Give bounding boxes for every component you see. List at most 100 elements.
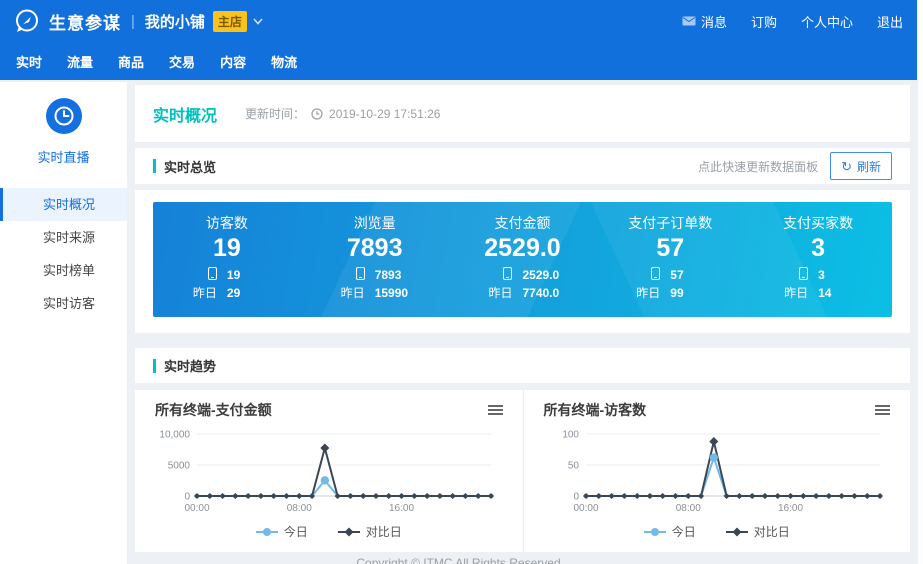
chart-menu-icon[interactable] <box>875 401 890 419</box>
chevron-down-icon[interactable] <box>253 18 263 25</box>
refresh-hint: 点此快速更新数据面板 <box>698 158 818 175</box>
chart-title-payment: 所有终端-支付金额 <box>155 400 272 420</box>
sidebar-item-overview[interactable]: 实时概况 <box>0 188 127 221</box>
header-top-row: 生意参谋 | 我的小铺 主店 消息 订购 个人中心 退出 <box>0 0 917 42</box>
chart-legend: 今日 对比日 <box>540 523 895 540</box>
stat-title: 浏览量 <box>301 213 449 233</box>
svg-text:08:00: 08:00 <box>287 503 312 514</box>
chart-title-visitors: 所有终端-访客数 <box>544 400 647 420</box>
mobile-phone-icon <box>183 267 217 285</box>
stat-title: 支付金额 <box>449 213 597 233</box>
overview-section-header: 实时总览 点此快速更新数据面板 ↻ 刷新 <box>135 148 910 184</box>
stat-value: 57 <box>596 234 744 263</box>
brand-logo-icon <box>14 8 40 34</box>
legend-item-today[interactable]: 今日 <box>256 523 308 540</box>
mail-icon <box>682 16 696 26</box>
header-right-menu: 消息 订购 个人中心 退出 <box>682 12 903 31</box>
compare-marker-icon <box>338 527 360 537</box>
stat-yesterday-value: 7740.0 <box>522 285 566 302</box>
update-time-label: 更新时间： <box>245 105 305 122</box>
section-accent-bar <box>153 359 156 373</box>
brand-name: 生意参谋 <box>49 9 121 34</box>
section-accent-bar <box>153 159 156 173</box>
line-chart-payment: 0500010,00000:0008:0016:00 <box>151 422 506 522</box>
svg-text:50: 50 <box>567 461 579 472</box>
mobile-phone-icon <box>626 267 660 285</box>
refresh-icon: ↻ <box>841 160 852 173</box>
legend-item-compare[interactable]: 对比日 <box>338 523 402 540</box>
refresh-button[interactable]: ↻ 刷新 <box>830 152 892 180</box>
sidebar-section-header: 实时直播 <box>0 82 127 166</box>
stat-yesterday-value: 14 <box>818 285 862 302</box>
sidebar-item-sources[interactable]: 实时来源 <box>0 221 127 254</box>
stat-yesterday-label: 昨日 <box>331 285 365 302</box>
shop-name: 我的小铺 <box>145 11 205 32</box>
update-time-row: 更新时间： 2019-10-29 17:51:26 <box>245 105 440 122</box>
stat-mobile-value: 19 <box>227 267 271 285</box>
svg-text:100: 100 <box>562 430 579 441</box>
stat-mobile-value: 2529.0 <box>522 267 566 285</box>
stat-yesterday-value: 15990 <box>375 285 419 302</box>
page-header-card: 实时概况 更新时间： 2019-10-29 17:51:26 <box>135 85 910 142</box>
shop-badge[interactable]: 主店 <box>213 11 247 32</box>
today-marker-icon <box>644 527 666 537</box>
nav-item-goods[interactable]: 商品 <box>118 52 144 71</box>
mobile-phone-icon <box>774 267 808 285</box>
stats-band: 访客数1919昨日29浏览量78937893昨日15990支付金额2529.02… <box>153 202 892 317</box>
stat-value: 2529.0 <box>449 234 597 263</box>
stat-title: 支付买家数 <box>744 213 892 233</box>
stat-block: 支付买家数33昨日14 <box>744 202 892 317</box>
brand-separator: | <box>131 13 135 30</box>
header-item-profile[interactable]: 个人中心 <box>801 12 853 31</box>
stat-block: 浏览量78937893昨日15990 <box>301 202 449 317</box>
chart-legend: 今日 对比日 <box>151 523 507 540</box>
nav-item-traffic[interactable]: 流量 <box>67 52 93 71</box>
header-item-logout[interactable]: 退出 <box>877 12 903 31</box>
clock-icon <box>46 98 82 134</box>
copyright-footer: Copyright © ITMC All Rights Reserved <box>0 556 917 564</box>
stat-title: 访客数 <box>153 213 301 233</box>
mobile-phone-icon <box>331 267 365 285</box>
compare-marker-icon <box>726 527 748 537</box>
sidebar-section-label: 实时直播 <box>0 147 127 166</box>
primary-nav: 实时 流量 商品 交易 内容 物流 <box>0 42 917 80</box>
header-item-messages[interactable]: 消息 <box>682 12 727 31</box>
stat-yesterday-value: 29 <box>227 285 271 302</box>
overview-section-title: 实时总览 <box>164 157 216 176</box>
nav-item-trade[interactable]: 交易 <box>169 52 195 71</box>
svg-text:5000: 5000 <box>168 461 191 472</box>
stat-block: 支付子订单数5757昨日99 <box>596 202 744 317</box>
stat-yesterday-value: 99 <box>670 285 714 302</box>
legend-item-compare[interactable]: 对比日 <box>726 523 790 540</box>
trend-section-header: 实时趋势 <box>135 348 910 383</box>
page-title: 实时概况 <box>153 102 217 126</box>
chart-panel-payment: 所有终端-支付金额 0500010,00000:0008:0016:00 今日 … <box>135 390 523 552</box>
trend-section-title: 实时趋势 <box>164 356 216 375</box>
nav-item-content[interactable]: 内容 <box>220 52 246 71</box>
app-header: 生意参谋 | 我的小铺 主店 消息 订购 个人中心 退出 <box>0 0 917 80</box>
sidebar-item-rankings[interactable]: 实时榜单 <box>0 254 127 287</box>
sidebar: 实时直播 实时概况 实时来源 实时榜单 实时访客 <box>0 82 127 564</box>
svg-text:10,000: 10,000 <box>159 430 190 441</box>
overview-stats-card: 访客数1919昨日29浏览量78937893昨日15990支付金额2529.02… <box>135 190 910 333</box>
sidebar-menu: 实时概况 实时来源 实时榜单 实时访客 <box>0 188 127 320</box>
stat-mobile-value: 57 <box>670 267 714 285</box>
chart-menu-icon[interactable] <box>488 401 503 419</box>
svg-text:0: 0 <box>184 492 190 503</box>
clock-small-icon <box>311 108 323 120</box>
nav-item-realtime[interactable]: 实时 <box>16 52 42 71</box>
stat-yesterday-label: 昨日 <box>626 285 660 302</box>
stat-value: 7893 <box>301 234 449 263</box>
stat-value: 3 <box>744 234 892 263</box>
legend-item-today[interactable]: 今日 <box>644 523 696 540</box>
svg-text:0: 0 <box>573 492 579 503</box>
stat-value: 19 <box>153 234 301 263</box>
page-scrollbar[interactable] <box>917 0 923 564</box>
sidebar-item-visitors[interactable]: 实时访客 <box>0 287 127 320</box>
header-item-subscribe[interactable]: 订购 <box>751 12 777 31</box>
stat-yesterday-label: 昨日 <box>478 285 512 302</box>
nav-item-logistics[interactable]: 物流 <box>271 52 297 71</box>
trend-charts-card: 所有终端-支付金额 0500010,00000:0008:0016:00 今日 … <box>135 390 910 552</box>
stat-yesterday-label: 昨日 <box>183 285 217 302</box>
mobile-phone-icon <box>478 267 512 285</box>
